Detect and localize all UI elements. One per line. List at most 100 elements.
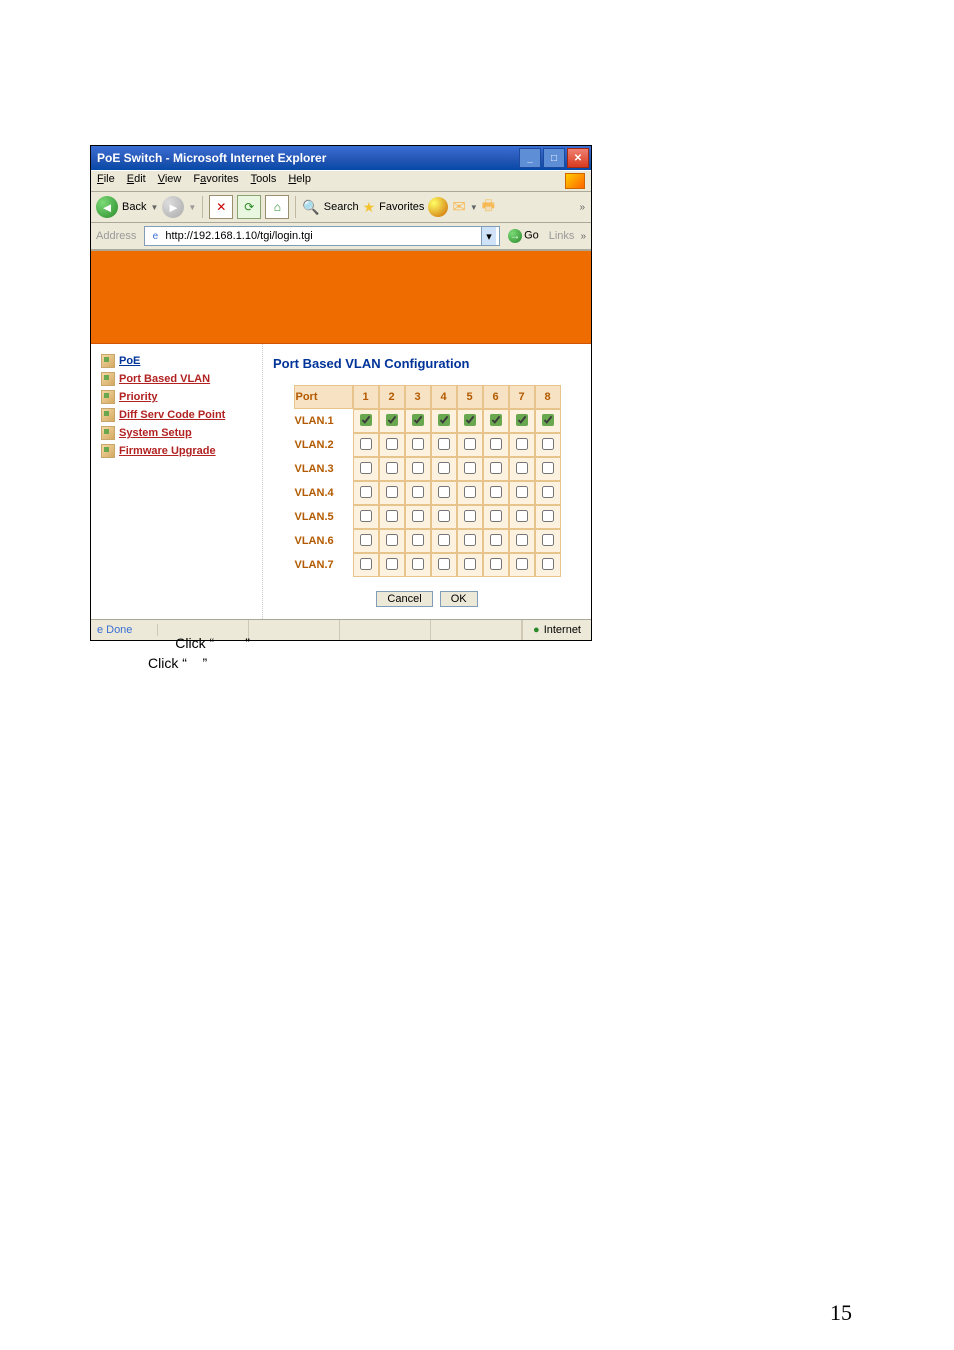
ok-button[interactable]: OK [440, 591, 478, 607]
vlan-checkbox[interactable] [542, 486, 554, 498]
vlan-checkbox[interactable] [386, 534, 398, 546]
vlan-checkbox[interactable] [542, 534, 554, 546]
search-button[interactable]: Search [324, 201, 359, 213]
vlan-checkbox[interactable] [542, 558, 554, 570]
vlan-checkbox[interactable] [542, 462, 554, 474]
sidebar-item-firmware-upgrade[interactable]: Firmware Upgrade [101, 444, 256, 458]
maximize-button[interactable]: □ [543, 148, 565, 168]
vlan-checkbox[interactable] [386, 438, 398, 450]
menu-help[interactable]: Help [288, 173, 311, 189]
vlan-checkbox[interactable] [542, 510, 554, 522]
sidebar-item-priority[interactable]: Priority [101, 390, 256, 404]
back-button[interactable]: ◄ [96, 196, 118, 218]
vlan-checkbox[interactable] [542, 438, 554, 450]
vlan-row-label: VLAN.1 [294, 409, 353, 433]
sidebar-item-poe[interactable]: PoE [101, 354, 256, 368]
links-label[interactable]: Links [549, 230, 575, 242]
ie-logo-icon [565, 173, 585, 189]
sidebar-item-port-based-vlan[interactable]: Port Based VLAN [101, 372, 256, 386]
vlan-checkbox[interactable] [360, 462, 372, 474]
mail-dropdown-icon[interactable]: ▼ [470, 203, 478, 212]
history-button[interactable] [428, 197, 448, 217]
refresh-button[interactable]: ⟳ [237, 195, 261, 219]
links-overflow-icon[interactable]: » [580, 231, 586, 242]
mail-button[interactable]: ✉ [452, 197, 465, 217]
menu-favorites[interactable]: Favorites [193, 173, 238, 189]
print-button[interactable]: 🖶 [482, 195, 495, 219]
forward-button[interactable]: ► [162, 196, 184, 218]
vlan-checkbox[interactable] [412, 414, 424, 426]
vlan-checkbox[interactable] [464, 438, 476, 450]
vlan-checkbox[interactable] [490, 462, 502, 474]
vlan-checkbox[interactable] [360, 558, 372, 570]
vlan-checkbox[interactable] [386, 486, 398, 498]
vlan-checkbox[interactable] [412, 510, 424, 522]
vlan-checkbox[interactable] [490, 438, 502, 450]
vlan-checkbox[interactable] [490, 558, 502, 570]
vlan-checkbox[interactable] [438, 486, 450, 498]
stop-button[interactable]: ✕ [209, 195, 233, 219]
vlan-checkbox[interactable] [438, 510, 450, 522]
toolbar-separator [202, 196, 203, 218]
vlan-checkbox[interactable] [490, 510, 502, 522]
forward-dropdown-icon[interactable]: ▼ [188, 203, 196, 212]
page-content: PoE Port Based VLAN Priority Diff Serv C… [91, 250, 591, 619]
home-button[interactable]: ⌂ [265, 195, 289, 219]
vlan-checkbox[interactable] [386, 414, 398, 426]
vlan-checkbox[interactable] [516, 486, 528, 498]
vlan-checkbox[interactable] [360, 438, 372, 450]
vlan-checkbox[interactable] [360, 534, 372, 546]
vlan-checkbox[interactable] [516, 510, 528, 522]
vlan-checkbox[interactable] [464, 558, 476, 570]
bullet-icon [101, 372, 115, 386]
vlan-checkbox[interactable] [464, 486, 476, 498]
vlan-checkbox[interactable] [412, 486, 424, 498]
vlan-checkbox[interactable] [438, 462, 450, 474]
vlan-checkbox[interactable] [412, 462, 424, 474]
vlan-checkbox[interactable] [464, 462, 476, 474]
vlan-checkbox[interactable] [412, 438, 424, 450]
back-dropdown-icon[interactable]: ▼ [150, 203, 158, 212]
vlan-checkbox[interactable] [360, 510, 372, 522]
banner [91, 251, 591, 344]
menu-edit[interactable]: Edit [127, 173, 146, 189]
vlan-checkbox[interactable] [516, 558, 528, 570]
sidebar-item-system-setup[interactable]: System Setup [101, 426, 256, 440]
menu-view[interactable]: View [158, 173, 182, 189]
sidebar-item-diff-serv[interactable]: Diff Serv Code Point [101, 408, 256, 422]
vlan-checkbox[interactable] [542, 414, 554, 426]
vlan-checkbox[interactable] [490, 486, 502, 498]
vlan-checkbox[interactable] [412, 534, 424, 546]
vlan-checkbox[interactable] [360, 486, 372, 498]
title-bar: PoE Switch - Microsoft Internet Explorer… [91, 146, 591, 170]
vlan-checkbox[interactable] [386, 558, 398, 570]
vlan-checkbox[interactable] [490, 534, 502, 546]
close-button[interactable]: ✕ [567, 148, 589, 168]
go-button[interactable]: →Go [508, 229, 539, 243]
vlan-row-label: VLAN.3 [294, 457, 353, 481]
vlan-checkbox[interactable] [516, 438, 528, 450]
address-input[interactable]: e http://192.168.1.10/tgi/login.tgi ▾ [144, 226, 500, 246]
vlan-checkbox[interactable] [464, 534, 476, 546]
toolbar-overflow-icon[interactable]: » [579, 202, 585, 213]
vlan-checkbox[interactable] [438, 438, 450, 450]
vlan-checkbox[interactable] [516, 414, 528, 426]
minimize-button[interactable]: _ [519, 148, 541, 168]
vlan-checkbox[interactable] [464, 510, 476, 522]
vlan-checkbox[interactable] [516, 534, 528, 546]
vlan-checkbox[interactable] [386, 510, 398, 522]
favorites-button[interactable]: Favorites [379, 201, 424, 213]
vlan-checkbox[interactable] [490, 414, 502, 426]
vlan-checkbox[interactable] [438, 558, 450, 570]
vlan-checkbox[interactable] [386, 462, 398, 474]
menu-tools[interactable]: Tools [251, 173, 277, 189]
vlan-checkbox[interactable] [438, 414, 450, 426]
cancel-button[interactable]: Cancel [376, 591, 432, 607]
vlan-checkbox[interactable] [438, 534, 450, 546]
vlan-checkbox[interactable] [412, 558, 424, 570]
vlan-checkbox[interactable] [516, 462, 528, 474]
vlan-checkbox[interactable] [464, 414, 476, 426]
address-dropdown-icon[interactable]: ▾ [481, 227, 496, 245]
vlan-checkbox[interactable] [360, 414, 372, 426]
menu-file[interactable]: File [97, 173, 115, 189]
